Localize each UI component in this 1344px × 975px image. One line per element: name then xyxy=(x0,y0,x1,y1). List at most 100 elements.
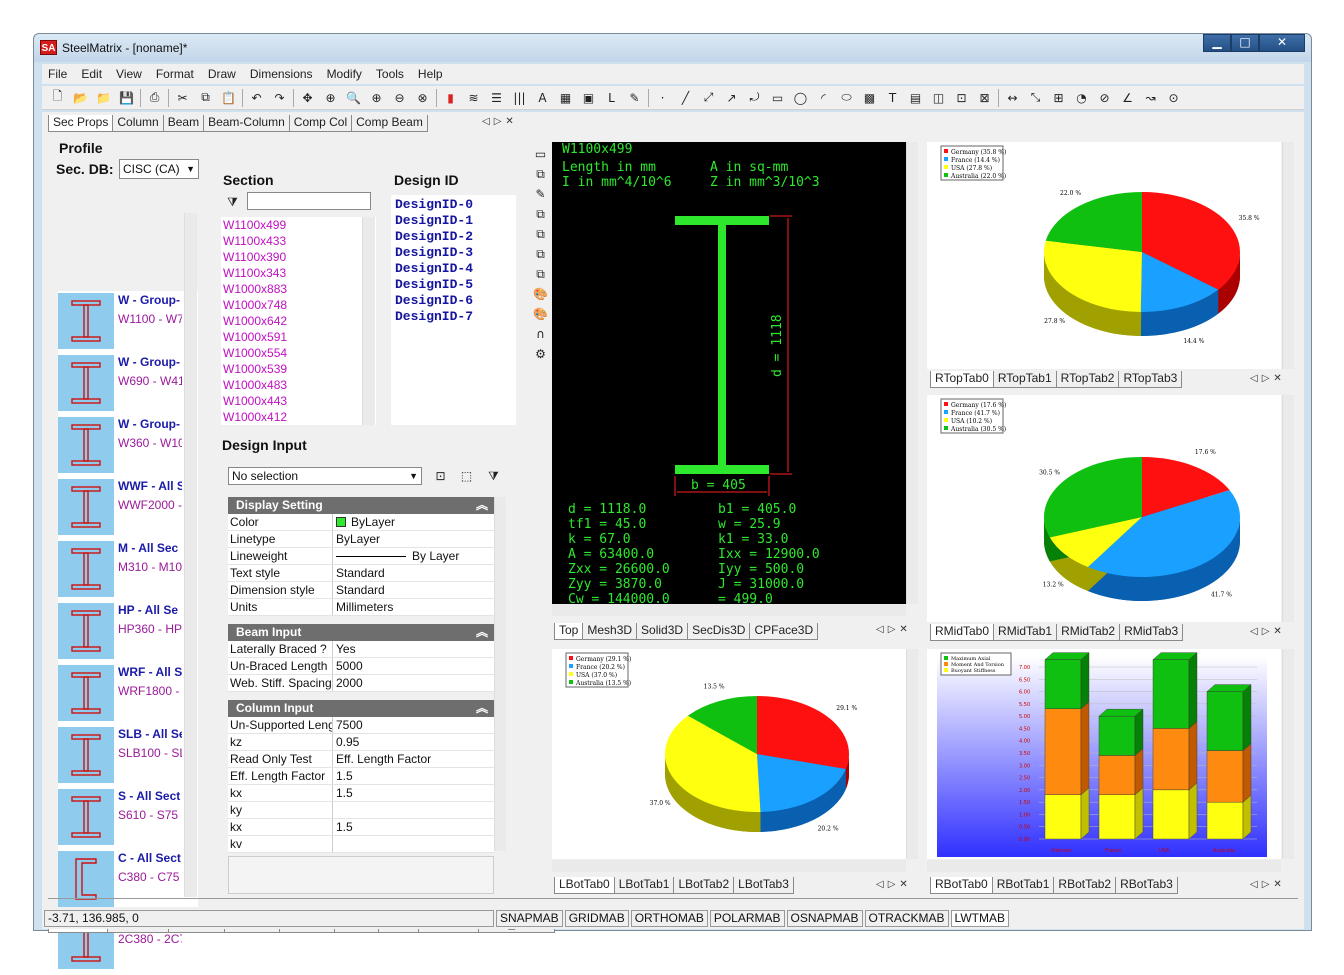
section-item[interactable]: W1000x412 xyxy=(221,409,376,425)
palette-tool-icon[interactable]: 🎨 xyxy=(529,284,552,304)
line-icon[interactable]: ╱ xyxy=(674,88,697,108)
close-button[interactable]: ✕ xyxy=(1259,34,1305,52)
list-item[interactable]: WWF - All S WWF2000 - W xyxy=(58,477,198,539)
tab-left-4[interactable]: Comp Col xyxy=(288,115,353,132)
property-value[interactable]: 1.5 xyxy=(333,768,494,784)
tab-rmid-2[interactable]: RMidTab2 xyxy=(1056,624,1121,641)
status-mode-otrackmab[interactable]: OTRACKMAB xyxy=(864,909,949,927)
tab-rbot-2[interactable]: RBotTab2 xyxy=(1053,877,1117,894)
section-search-input[interactable] xyxy=(247,192,371,210)
list-item[interactable]: W - Group- W690 - W410 xyxy=(58,353,198,415)
settings-tool-icon[interactable]: ⚙ xyxy=(529,344,552,364)
tab-left-0[interactable]: Sec Props xyxy=(48,115,114,132)
collapse-icon[interactable]: ︽ xyxy=(476,497,488,514)
rbot-scrollbar[interactable] xyxy=(1282,649,1294,859)
lineweight-icon[interactable]: ||| xyxy=(508,88,531,108)
palette2-tool-icon[interactable]: 🎨 xyxy=(529,304,552,324)
stack2-tool-icon[interactable]: ⧉ xyxy=(529,224,552,244)
cad-viewport[interactable]: W1100x499 Length in mm A in sq-mm I in m… xyxy=(552,142,906,607)
section-item[interactable]: W1100x499 xyxy=(221,217,376,233)
wipeout-icon[interactable]: ⊠ xyxy=(973,88,996,108)
section-list[interactable]: W1100x499 W1100x433 W1100x390 W1100x343 W100… xyxy=(221,217,376,425)
title-bar[interactable]: SA SteelMatrix - [noname]* ▁ □ ✕ xyxy=(34,34,1311,62)
design-id-item[interactable]: DesignID-1 xyxy=(391,213,516,229)
property-row[interactable]: kv xyxy=(228,836,494,853)
hatch-icon[interactable]: ▤ xyxy=(904,88,927,108)
zoom-in-icon[interactable]: ⊕ xyxy=(365,88,388,108)
circle-icon[interactable]: ◯ xyxy=(789,88,812,108)
dim-angular-icon[interactable]: ∠ xyxy=(1116,88,1139,108)
property-value[interactable]: ByLayer xyxy=(333,531,494,547)
property-row[interactable]: Linetype ByLayer xyxy=(228,531,494,548)
stack3-tool-icon[interactable]: ⧉ xyxy=(529,244,552,264)
boundary-icon[interactable]: ⊡ xyxy=(950,88,973,108)
tab-lbot-2[interactable]: LBotTab2 xyxy=(673,877,735,894)
status-mode-osnapmab[interactable]: OSNAPMAB xyxy=(786,909,863,927)
list-item[interactable]: M - All Sec M310 - M100 xyxy=(58,539,198,601)
color-bars-icon[interactable]: ▮ xyxy=(439,88,462,108)
tab-rbot-3[interactable]: RBotTab3 xyxy=(1115,877,1178,894)
property-row[interactable]: Units Millimeters xyxy=(228,599,494,616)
magnet-tool-icon[interactable]: ∩ xyxy=(529,324,552,344)
menu-item-file[interactable]: File xyxy=(42,67,75,81)
property-value[interactable]: 1.5 xyxy=(333,819,494,835)
quick-select-icon[interactable]: ⧩ xyxy=(482,466,505,486)
property-row[interactable]: Laterally Braced ? Yes xyxy=(228,641,494,658)
property-value[interactable]: 7500 xyxy=(333,717,494,733)
property-value[interactable] xyxy=(333,836,494,852)
property-row[interactable]: Un-Supported Length7500 xyxy=(228,717,494,734)
left-tabs-nav[interactable]: ◁▷✕ xyxy=(482,116,518,127)
group-header[interactable]: Column Input ︽ xyxy=(228,700,494,717)
tab-rtop-3[interactable]: RTopTab3 xyxy=(1118,371,1183,388)
property-row[interactable]: Eff. Length Factor 1.5 xyxy=(228,768,494,785)
tab-rtop-0[interactable]: RTopTab0 xyxy=(930,371,994,388)
block-icon[interactable]: ▦ xyxy=(554,88,577,108)
rmid-tabs-nav[interactable]: ◁▷✕ xyxy=(1250,626,1286,637)
zoom-out-icon[interactable]: ⊖ xyxy=(388,88,411,108)
paste-icon[interactable]: 📋 xyxy=(217,88,240,108)
list-item[interactable]: S - All Sect S610 - S75 xyxy=(58,787,198,849)
redo-icon[interactable]: ↷ xyxy=(268,88,291,108)
tab-lbot-0[interactable]: LBotTab0 xyxy=(554,877,615,894)
tab-rmid-0[interactable]: RMidTab0 xyxy=(930,624,995,641)
list-item[interactable]: WRF - All S WRF1800 - W xyxy=(58,663,198,725)
print-icon[interactable]: ⎙ xyxy=(143,88,166,108)
text-icon[interactable]: T xyxy=(881,88,904,108)
section-item[interactable]: W1000x748 xyxy=(221,297,376,313)
pan-icon[interactable]: ✥ xyxy=(296,88,319,108)
image-icon[interactable]: ▣ xyxy=(577,88,600,108)
tab-rtop-1[interactable]: RTopTab1 xyxy=(992,371,1057,388)
design-id-item[interactable]: DesignID-3 xyxy=(391,245,516,261)
xline-icon[interactable]: ⤢ xyxy=(697,88,720,108)
zoom-extents-icon[interactable]: ⊗ xyxy=(411,88,434,108)
property-value[interactable]: Standard xyxy=(333,582,494,598)
ray-icon[interactable]: ↗ xyxy=(720,88,743,108)
cad-vscroll[interactable] xyxy=(906,142,918,604)
property-value[interactable]: 0.95 xyxy=(333,734,494,750)
property-value[interactable] xyxy=(333,802,494,818)
collapse-icon[interactable]: ︽ xyxy=(476,700,488,717)
tab-lbot-3[interactable]: LBotTab3 xyxy=(733,877,794,894)
tab-cad-2[interactable]: Solid3D xyxy=(636,623,689,640)
property-row[interactable]: Color ByLayer xyxy=(228,514,494,531)
menu-item-view[interactable]: View xyxy=(110,67,150,81)
design-id-item[interactable]: DesignID-5 xyxy=(391,277,516,293)
undo-icon[interactable]: ↶ xyxy=(245,88,268,108)
status-mode-gridmab[interactable]: GRIDMAB xyxy=(564,909,629,927)
cad-hscroll[interactable] xyxy=(552,604,906,616)
tab-left-5[interactable]: Comp Beam xyxy=(351,115,428,132)
tab-rtop-2[interactable]: RTopTab2 xyxy=(1055,371,1120,388)
tab-rmid-3[interactable]: RMidTab3 xyxy=(1119,624,1184,641)
point-icon[interactable]: · xyxy=(651,88,674,108)
tab-rbot-1[interactable]: RBotTab1 xyxy=(991,877,1055,894)
design-id-item[interactable]: DesignID-4 xyxy=(391,261,516,277)
section-item[interactable]: W1000x483 xyxy=(221,377,376,393)
pick-object-icon[interactable]: ⊡ xyxy=(429,466,452,486)
list-item[interactable]: SLB - All Se SLB100 - SLB xyxy=(58,725,198,787)
property-row[interactable]: ky xyxy=(228,802,494,819)
section-item[interactable]: W1000x443 xyxy=(221,393,376,409)
zoom-realtime-icon[interactable]: ⊕ xyxy=(319,88,342,108)
tab-rbot-0[interactable]: RBotTab0 xyxy=(930,877,993,894)
property-value[interactable]: 2000 xyxy=(333,675,494,691)
filter-icon[interactable]: ⧩ xyxy=(221,192,244,212)
